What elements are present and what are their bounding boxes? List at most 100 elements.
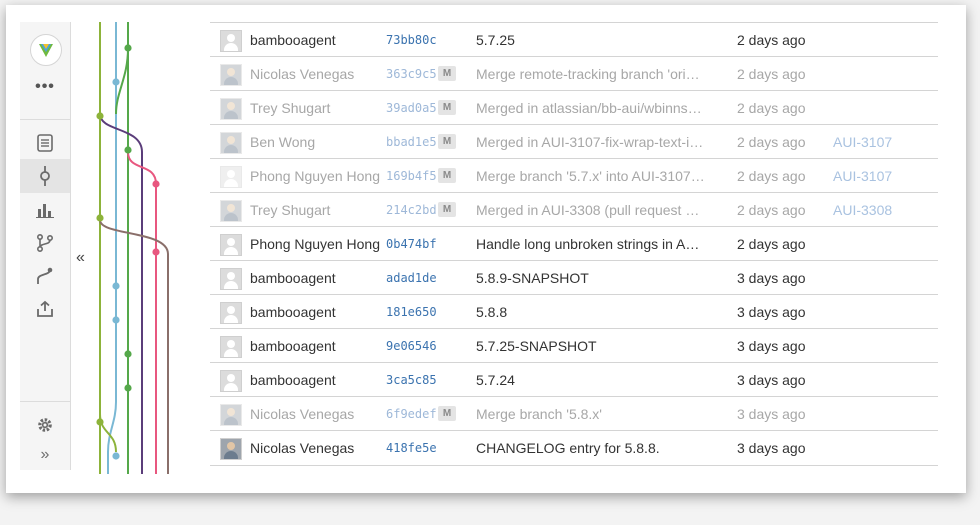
- bitbucket-logo-icon[interactable]: [30, 34, 62, 66]
- stats-nav-item[interactable]: [20, 193, 70, 227]
- commit-message[interactable]: 5.7.25: [476, 32, 706, 48]
- commit-hash-link[interactable]: 363c9c5: [386, 67, 437, 81]
- commit-author: bambooagent: [250, 372, 336, 388]
- avatar[interactable]: [220, 438, 242, 460]
- avatar[interactable]: [220, 200, 242, 222]
- commit-message[interactable]: Merge remote-tracking branch 'origin/...: [476, 66, 706, 82]
- commit-graph: [96, 22, 169, 474]
- graph-node: [112, 282, 120, 290]
- commit-row[interactable]: Phong Nguyen Hong 0b474bf Handle long unbr…: [210, 226, 938, 261]
- commits-nav-item[interactable]: [20, 159, 70, 193]
- commit-time: 3 days ago: [737, 304, 806, 320]
- gear-icon: [38, 418, 52, 432]
- commit-message[interactable]: Merged in AUI-3107-fix-wrap-text-in-t...: [476, 134, 706, 150]
- commit-author: Trey Shugart: [250, 100, 331, 116]
- avatar[interactable]: [220, 404, 242, 426]
- commit-author: Nicolas Venegas: [250, 406, 355, 422]
- commit-message[interactable]: Merged in atlassian/bb-aui/wbinnssmi...: [476, 100, 706, 116]
- avatar[interactable]: [220, 302, 242, 324]
- commit-hash-link[interactable]: 169b4f5: [386, 169, 437, 183]
- graph-node: [112, 316, 120, 324]
- commit-time: 3 days ago: [737, 406, 806, 422]
- avatar[interactable]: [220, 132, 242, 154]
- avatar[interactable]: [220, 64, 242, 86]
- commit-row[interactable]: Nicolas Venegas 6f9edef M Merge branch '5.8…: [210, 396, 938, 431]
- upload-icon: [37, 300, 53, 317]
- commit-hash-link[interactable]: bbad1e5: [386, 135, 437, 149]
- commit-message[interactable]: 5.7.24: [476, 372, 706, 388]
- commit-message[interactable]: 5.8.8: [476, 304, 706, 320]
- collapse-sidebar-button[interactable]: »: [20, 446, 70, 464]
- sidebar-divider: [20, 401, 70, 402]
- commit-hash-link[interactable]: 418fe5e: [386, 441, 437, 455]
- source-nav-item[interactable]: [20, 126, 70, 160]
- commit-row[interactable]: bambooagent 181e650 5.8.8 3 days ago: [210, 294, 938, 329]
- avatar[interactable]: [220, 268, 242, 290]
- source-icon: [37, 134, 53, 152]
- commit-message[interactable]: Handle long unbroken strings in AUI ...: [476, 236, 706, 252]
- commit-time: 3 days ago: [737, 270, 806, 286]
- stats-icon: [36, 204, 54, 218]
- more-actions-button[interactable]: •••: [20, 78, 70, 96]
- commit-row[interactable]: bambooagent 3ca5c85 5.7.24 3 days ago: [210, 362, 938, 397]
- avatar[interactable]: [220, 336, 242, 358]
- commit-time: 2 days ago: [737, 202, 806, 218]
- commit-author: bambooagent: [250, 338, 336, 354]
- merge-badge: M: [438, 202, 456, 217]
- commit-hash-link[interactable]: 73bb80c: [386, 33, 437, 47]
- issue-link[interactable]: AUI-3107: [833, 168, 892, 184]
- settings-button[interactable]: [20, 408, 70, 442]
- commit-row[interactable]: Trey Shugart 214c2bd M Merged in AUI-3308 (…: [210, 192, 938, 227]
- avatar[interactable]: [220, 98, 242, 120]
- commit-message[interactable]: 5.7.25-SNAPSHOT: [476, 338, 706, 354]
- graph-node: [124, 146, 132, 154]
- issue-link[interactable]: AUI-3308: [833, 202, 892, 218]
- graph-node: [96, 418, 104, 426]
- commit-row[interactable]: Nicolas Venegas 418fe5e CHANGELOG entry fo…: [210, 430, 938, 466]
- commit-hash-link[interactable]: 181e650: [386, 305, 437, 319]
- branches-nav-item[interactable]: [20, 226, 70, 260]
- commit-row[interactable]: Ben Wong bbad1e5 M Merged in AUI-3107-fix-w…: [210, 124, 938, 159]
- commit-row[interactable]: bambooagent 73bb80c 5.7.25 2 days ago: [210, 22, 938, 57]
- commit-hash-link[interactable]: 0b474bf: [386, 237, 437, 251]
- merge-badge: M: [438, 168, 456, 183]
- issue-link[interactable]: AUI-3107: [833, 134, 892, 150]
- commit-time: 3 days ago: [737, 338, 806, 354]
- avatar[interactable]: [220, 166, 242, 188]
- pull-requests-nav-item[interactable]: [20, 259, 70, 293]
- commit-hash-link[interactable]: 9e06546: [386, 339, 437, 353]
- commit-message[interactable]: 5.8.9-SNAPSHOT: [476, 270, 706, 286]
- commit-hash-link[interactable]: 3ca5c85: [386, 373, 437, 387]
- commit-hash-link[interactable]: 214c2bd: [386, 203, 437, 217]
- commit-row[interactable]: Nicolas Venegas 363c9c5 M Merge remote-trac…: [210, 56, 938, 91]
- upload-nav-item[interactable]: [20, 292, 70, 326]
- sidebar-divider: [20, 119, 70, 120]
- commit-message[interactable]: Merge branch '5.7.x' into AUI-3107-fi...: [476, 168, 706, 184]
- commit-message[interactable]: Merge branch '5.8.x': [476, 406, 706, 422]
- merge-badge: M: [438, 134, 456, 149]
- commit-message[interactable]: Merged in AUI-3308 (pull request #1...: [476, 202, 706, 218]
- avatar[interactable]: [220, 30, 242, 52]
- commit-time: 2 days ago: [737, 66, 806, 82]
- commit-author: Ben Wong: [250, 134, 316, 150]
- avatar[interactable]: [220, 370, 242, 392]
- commit-author: Nicolas Venegas: [250, 440, 355, 456]
- commit-time: 2 days ago: [737, 100, 806, 116]
- graph-node: [152, 180, 160, 188]
- commit-hash-link[interactable]: 6f9edef: [386, 407, 437, 421]
- commit-author: Nicolas Venegas: [250, 66, 355, 82]
- commit-hash-link[interactable]: adad1de: [386, 271, 437, 285]
- commit-row[interactable]: bambooagent adad1de 5.8.9-SNAPSHOT 3 days a…: [210, 260, 938, 295]
- expand-graph-button[interactable]: «: [76, 249, 85, 267]
- commit-row[interactable]: Phong Nguyen Hong 169b4f5 M Merge branch '5…: [210, 158, 938, 193]
- commit-row[interactable]: bambooagent 9e06546 5.7.25-SNAPSHOT 3 days …: [210, 328, 938, 363]
- commit-hash-link[interactable]: 39ad0a5: [386, 101, 437, 115]
- graph-node: [152, 248, 160, 256]
- commit-author: bambooagent: [250, 304, 336, 320]
- graph-node: [112, 452, 120, 460]
- commit-author: Phong Nguyen Hong: [250, 168, 380, 184]
- avatar[interactable]: [220, 234, 242, 256]
- graph-node: [96, 214, 104, 222]
- commit-message[interactable]: CHANGELOG entry for 5.8.8.: [476, 440, 706, 456]
- commit-row[interactable]: Trey Shugart 39ad0a5 M Merged in atlassian/…: [210, 90, 938, 125]
